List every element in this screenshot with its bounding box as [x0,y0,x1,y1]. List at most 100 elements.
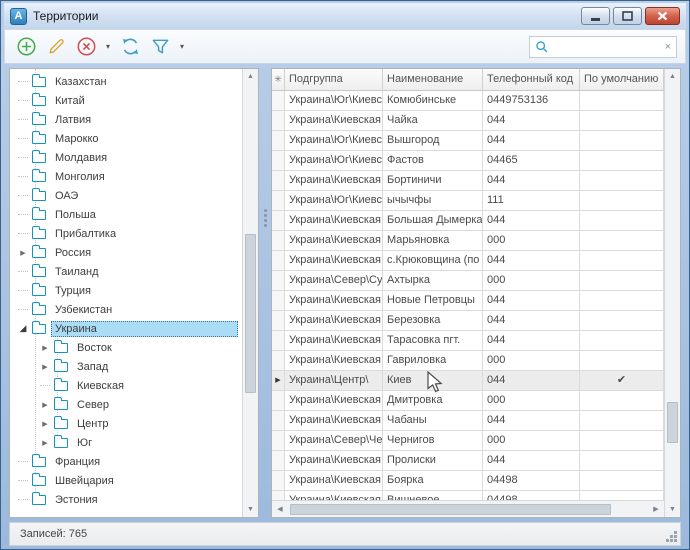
tree-item[interactable]: ◢ Украина [10,319,242,338]
cell-phone-code[interactable]: 044 [483,311,580,330]
close-button[interactable] [645,7,680,25]
cell-subgroup[interactable]: Украина\Юг\Киевс [285,151,383,170]
cell-name[interactable]: Дмитровка [383,391,483,410]
grid-scroll-thumb[interactable] [667,402,678,444]
cell-default[interactable] [580,191,664,210]
cell-default[interactable] [580,231,664,250]
tree-item[interactable]: ▶Центр [10,414,242,433]
cell-subgroup[interactable]: Украина\Киевская [285,231,383,250]
column-header[interactable]: По умолчанию [580,69,664,90]
tree-item-label[interactable]: Швейцария [51,473,118,489]
cell-subgroup[interactable]: Украина\Киевская [285,411,383,430]
refresh-button[interactable] [117,34,143,60]
tree-item[interactable]: Швейцария [10,471,242,490]
tree-item-label[interactable]: Киевская [73,378,128,394]
tree-item[interactable]: Узбекистан [10,300,242,319]
tree-item[interactable]: Турция [10,281,242,300]
row-indicator-cell[interactable] [272,391,285,410]
column-header[interactable]: Подгруппа [285,69,383,90]
table-row[interactable]: Украина\КиевскаяПролиски044 [272,451,664,471]
tree-item-label[interactable]: Центр [73,416,113,432]
column-header[interactable]: Наименование [383,69,483,90]
tree-item[interactable]: Китай [10,91,242,110]
expand-icon[interactable]: ▶ [38,363,52,371]
tree-item[interactable]: Киевская [10,376,242,395]
cell-phone-code[interactable]: 000 [483,231,580,250]
cell-subgroup[interactable]: Украина\Киевская [285,491,383,500]
cell-default[interactable] [580,491,664,500]
tree-item-label[interactable]: Таиланд [51,264,103,280]
cell-name[interactable]: Вишневое [383,491,483,500]
tree-item-label[interactable]: Польша [51,207,100,223]
cell-name[interactable]: Боярка [383,471,483,490]
cell-phone-code[interactable]: 04498 [483,491,580,500]
scroll-down-icon[interactable]: ▼ [243,502,258,517]
table-row[interactable]: Украина\Север\СуАхтырка000 [272,271,664,291]
tree-item-label[interactable]: Казахстан [51,74,111,90]
cell-name[interactable]: Березовка [383,311,483,330]
tree-item-label[interactable]: Узбекистан [51,302,116,318]
cell-phone-code[interactable]: 044 [483,211,580,230]
cell-subgroup[interactable]: Украина\Киевская [285,211,383,230]
tree-item[interactable]: ▶ Юг [10,433,242,452]
row-indicator-cell[interactable] [272,291,285,310]
cell-phone-code[interactable]: 044 [483,331,580,350]
table-row[interactable]: Украина\КиевскаяЧайка044 [272,111,664,131]
scroll-up-icon[interactable]: ▲ [665,69,680,84]
cell-phone-code[interactable]: 000 [483,431,580,450]
expand-icon[interactable]: ▶ [16,249,30,257]
cell-default[interactable] [580,471,664,490]
cell-name[interactable]: Фастов [383,151,483,170]
table-row[interactable]: Украина\КиевскаяБортиничи044 [272,171,664,191]
tree-item[interactable]: ▶Восток [10,338,242,357]
table-row[interactable]: Украина\КиевскаяГавриловка000 [272,351,664,371]
tree-item[interactable]: ▶ Запад [10,357,242,376]
tree-item[interactable]: Монголия [10,167,242,186]
cell-default[interactable] [580,111,664,130]
cell-name[interactable]: Большая Дымерка [383,211,483,230]
table-row[interactable]: Украина\КиевскаяВишневое04498 [272,491,664,500]
cell-phone-code[interactable]: 044 [483,171,580,190]
tree-item-label[interactable]: Юг [73,435,96,451]
cell-name[interactable]: с.Крюковщина (по [383,251,483,270]
tree-item-label[interactable]: Турция [51,283,95,299]
cell-phone-code[interactable]: 044 [483,371,580,390]
tree-item-label[interactable]: Запад [73,359,112,375]
table-row[interactable]: Украина\КиевскаяБоярка04498 [272,471,664,491]
cell-subgroup[interactable]: Украина\Юг\Киевс [285,131,383,150]
tree-item-label[interactable]: Восток [73,340,116,356]
tree-item[interactable]: Марокко [10,129,242,148]
cell-default[interactable] [580,311,664,330]
tree-item-label[interactable]: ОАЭ [51,188,82,204]
table-row[interactable]: Украина\Юг\КиевсКомюбинське0449753136 [272,91,664,111]
add-button[interactable] [13,34,39,60]
cell-name[interactable]: Чернигов [383,431,483,450]
filter-dropdown-arrow[interactable]: ▾ [177,42,187,51]
cell-phone-code[interactable]: 04465 [483,151,580,170]
titlebar[interactable]: A Территории [4,3,686,29]
clear-search-icon[interactable]: × [665,41,671,53]
tree-item[interactable]: Эстония [10,490,242,509]
minimize-button[interactable] [581,7,610,25]
table-row[interactable]: Украина\КиевскаяНовые Петровцы044 [272,291,664,311]
row-indicator-cell[interactable] [272,471,285,490]
collapse-icon[interactable]: ◢ [16,323,30,334]
tree-item-label[interactable]: Украина [51,321,238,337]
table-row[interactable]: Украина\КиевскаяМарьяновка000 [272,231,664,251]
row-indicator-cell[interactable] [272,171,285,190]
row-indicator-cell[interactable] [272,451,285,470]
filter-button[interactable] [147,34,173,60]
cell-name[interactable]: Гавриловка [383,351,483,370]
cell-subgroup[interactable]: Украина\Киевская [285,391,383,410]
cell-default[interactable] [580,431,664,450]
cell-default[interactable] [580,171,664,190]
cell-phone-code[interactable]: 000 [483,351,580,370]
default-checkmark-icon[interactable]: ✔ [580,371,664,390]
expand-icon[interactable]: ▶ [38,439,52,447]
cell-subgroup[interactable]: Украина\Киевская [285,291,383,310]
cell-phone-code[interactable]: 000 [483,271,580,290]
cell-default[interactable] [580,271,664,290]
tree-item-label[interactable]: Эстония [51,492,102,508]
row-indicator-cell[interactable] [272,211,285,230]
cell-subgroup[interactable]: Украина\Киевская [285,311,383,330]
